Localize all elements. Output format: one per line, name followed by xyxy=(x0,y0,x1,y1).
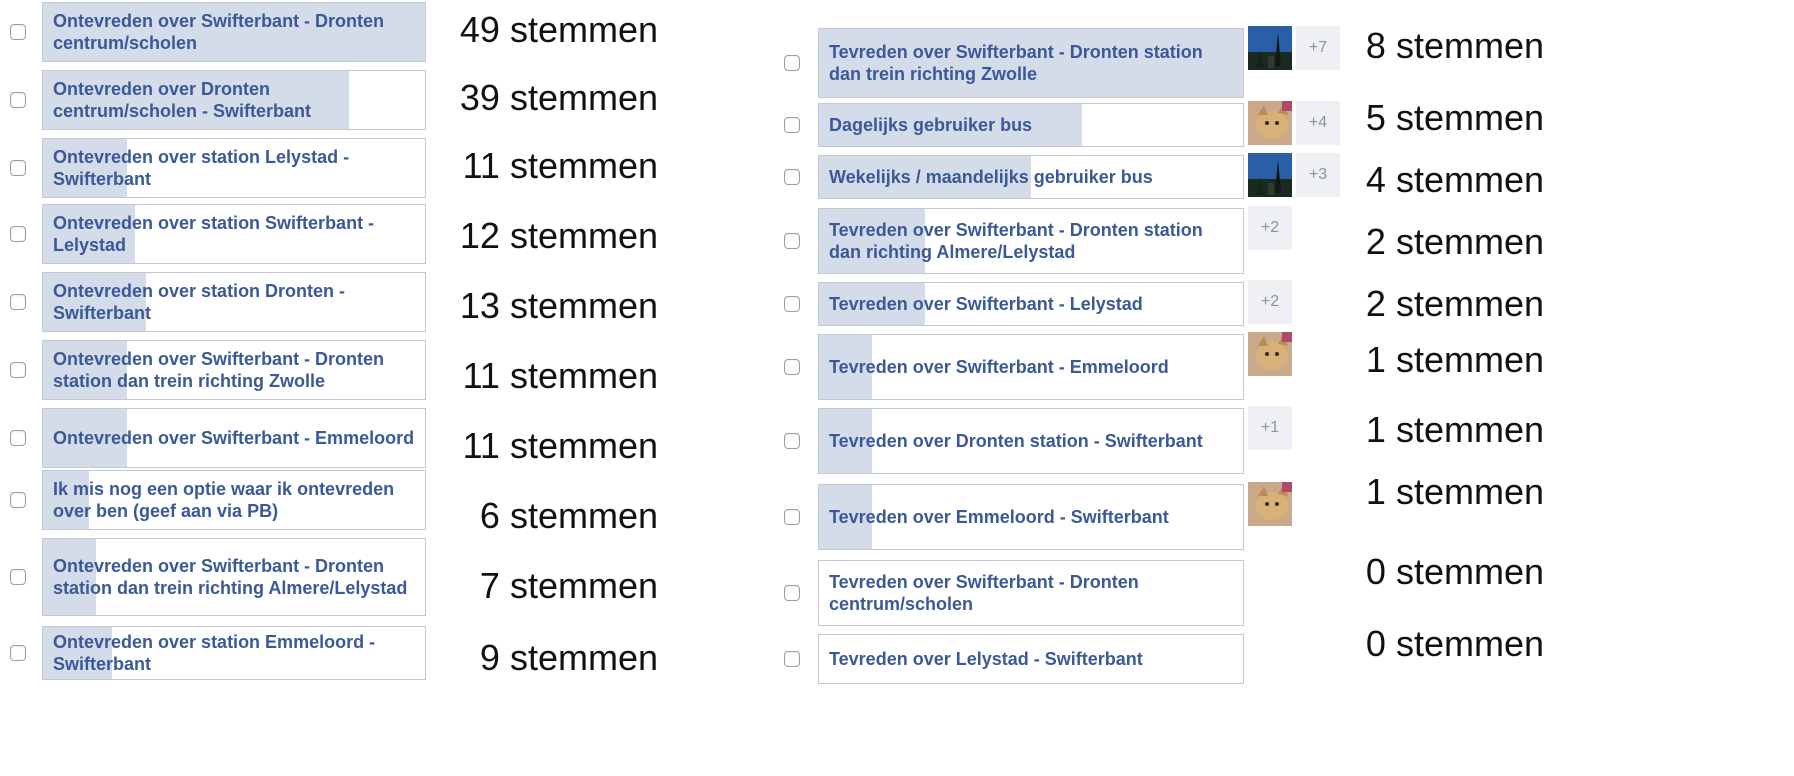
poll-option[interactable]: Ontevreden over station Dronten - Swifte… xyxy=(42,272,426,332)
vote-count: 1 stemmen xyxy=(1365,409,1544,450)
poll-option[interactable]: Ik mis nog een optie waar ik ontevreden … xyxy=(42,470,426,530)
option-checkbox[interactable] xyxy=(10,226,26,242)
cat-avatar[interactable] xyxy=(1248,482,1292,526)
vote-count: 6 stemmen xyxy=(479,495,658,536)
cat-avatar[interactable] xyxy=(1248,332,1292,376)
option-label: Tevreden over Lelystad - Swifterbant xyxy=(829,649,1143,669)
vote-count: 4 stemmen xyxy=(1365,159,1544,200)
vote-count: 1 stemmen xyxy=(1365,471,1544,512)
option-checkbox[interactable] xyxy=(10,160,26,176)
vote-count: 8 stemmen xyxy=(1365,25,1544,66)
poll-option[interactable]: Tevreden over Swifterbant - Emmeloord xyxy=(818,334,1244,400)
blue-sky-avatar[interactable] xyxy=(1248,26,1292,70)
poll-option[interactable]: Tevreden over Swifterbant - Lelystad xyxy=(818,282,1244,326)
option-label: Ontevreden over station Swifterbant - Le… xyxy=(53,213,375,255)
option-checkbox[interactable] xyxy=(784,359,800,375)
poll-option[interactable]: Tevreden over Swifterbant - Dronten stat… xyxy=(818,208,1244,274)
more-voters-badge[interactable]: +3 xyxy=(1296,153,1340,197)
vote-count: 0 stemmen xyxy=(1365,623,1544,664)
option-label: Dagelijks gebruiker bus xyxy=(829,115,1033,135)
poll-option[interactable]: Tevreden over Dronten station - Swifterb… xyxy=(818,408,1244,474)
vote-count: 11 stemmen xyxy=(462,425,658,466)
vote-count: 12 stemmen xyxy=(459,215,658,256)
option-label: Tevreden over Emmeloord - Swifterbant xyxy=(829,507,1169,527)
poll-option[interactable]: Ontevreden over Swifterbant - Dronten ce… xyxy=(42,2,426,62)
vote-count: 1 stemmen xyxy=(1365,339,1544,380)
more-voters-badge[interactable]: +2 xyxy=(1248,280,1292,324)
option-label: Ik mis nog een optie waar ik ontevreden … xyxy=(53,479,395,521)
option-checkbox[interactable] xyxy=(784,509,800,525)
option-label: Ontevreden over Swifterbant - Dronten ce… xyxy=(53,11,385,53)
vote-count: 13 stemmen xyxy=(459,285,658,326)
vote-count: 5 stemmen xyxy=(1365,97,1544,138)
poll-option[interactable]: Ontevreden over Dronten centrum/scholen … xyxy=(42,70,426,130)
option-checkbox[interactable] xyxy=(784,651,800,667)
vote-count: 7 stemmen xyxy=(479,565,658,606)
option-checkbox[interactable] xyxy=(784,117,800,133)
vote-count: 9 stemmen xyxy=(479,637,658,678)
option-checkbox[interactable] xyxy=(784,433,800,449)
vote-count: 11 stemmen xyxy=(462,145,658,186)
option-label: Tevreden over Swifterbant - Emmeloord xyxy=(829,357,1169,377)
option-label: Ontevreden over Swifterbant - Dronten st… xyxy=(53,349,385,391)
blue-sky-avatar[interactable] xyxy=(1248,153,1292,197)
option-checkbox[interactable] xyxy=(10,24,26,40)
option-checkbox[interactable] xyxy=(10,362,26,378)
option-checkbox[interactable] xyxy=(10,92,26,108)
poll-option[interactable]: Tevreden over Swifterbant - Dronten cent… xyxy=(818,560,1244,626)
vote-count: 0 stemmen xyxy=(1365,551,1544,592)
option-label: Ontevreden over station Emmeloord - Swif… xyxy=(53,632,376,674)
option-label: Tevreden over Swifterbant - Dronten cent… xyxy=(829,572,1139,614)
option-label: Ontevreden over Swifterbant - Dronten st… xyxy=(53,556,408,598)
vote-count: 39 stemmen xyxy=(459,77,658,118)
poll-option[interactable]: Ontevreden over station Emmeloord - Swif… xyxy=(42,626,426,680)
option-label: Ontevreden over Dronten centrum/scholen … xyxy=(53,79,312,121)
more-voters-badge[interactable]: +2 xyxy=(1248,206,1292,250)
poll-option[interactable]: Tevreden over Emmeloord - Swifterbant xyxy=(818,484,1244,550)
poll-option[interactable]: Ontevreden over Swifterbant - Emmeloord xyxy=(42,408,426,468)
option-checkbox[interactable] xyxy=(784,55,800,71)
poll-option[interactable]: Ontevreden over station Swifterbant - Le… xyxy=(42,204,426,264)
poll-option[interactable]: Ontevreden over station Lelystad - Swift… xyxy=(42,138,426,198)
option-label: Ontevreden over station Lelystad - Swift… xyxy=(53,147,350,189)
option-label: Tevreden over Swifterbant - Dronten stat… xyxy=(829,42,1203,84)
vote-count: 11 stemmen xyxy=(462,355,658,396)
vote-count: 2 stemmen xyxy=(1365,221,1544,262)
option-checkbox[interactable] xyxy=(784,296,800,312)
option-label: Tevreden over Dronten station - Swifterb… xyxy=(829,431,1203,451)
poll-option[interactable]: Ontevreden over Swifterbant - Dronten st… xyxy=(42,340,426,400)
option-checkbox[interactable] xyxy=(10,645,26,661)
option-checkbox[interactable] xyxy=(784,169,800,185)
poll-option[interactable]: Ontevreden over Swifterbant - Dronten st… xyxy=(42,538,426,616)
more-voters-badge[interactable]: +1 xyxy=(1248,406,1292,450)
option-label: Ontevreden over station Dronten - Swifte… xyxy=(53,281,346,323)
option-checkbox[interactable] xyxy=(10,294,26,310)
option-label: Tevreden over Swifterbant - Dronten stat… xyxy=(829,220,1203,262)
option-checkbox[interactable] xyxy=(10,492,26,508)
option-checkbox[interactable] xyxy=(10,430,26,446)
more-voters-badge[interactable]: +4 xyxy=(1296,101,1340,145)
option-label: Wekelijks / maandelijks gebruiker bus xyxy=(829,167,1153,187)
option-label: Ontevreden over Swifterbant - Emmeloord xyxy=(53,428,415,448)
poll-option[interactable]: Wekelijks / maandelijks gebruiker bus xyxy=(818,155,1244,199)
vote-count: 2 stemmen xyxy=(1365,283,1544,324)
poll-option[interactable]: Tevreden over Lelystad - Swifterbant xyxy=(818,634,1244,684)
vote-count: 49 stemmen xyxy=(459,9,658,50)
option-checkbox[interactable] xyxy=(784,233,800,249)
cat-avatar[interactable] xyxy=(1248,101,1292,145)
poll-option[interactable]: Dagelijks gebruiker bus xyxy=(818,103,1244,147)
poll-option[interactable]: Tevreden over Swifterbant - Dronten stat… xyxy=(818,28,1244,98)
option-checkbox[interactable] xyxy=(10,569,26,585)
more-voters-badge[interactable]: +7 xyxy=(1296,26,1340,70)
option-label: Tevreden over Swifterbant - Lelystad xyxy=(829,294,1143,314)
option-checkbox[interactable] xyxy=(784,585,800,601)
